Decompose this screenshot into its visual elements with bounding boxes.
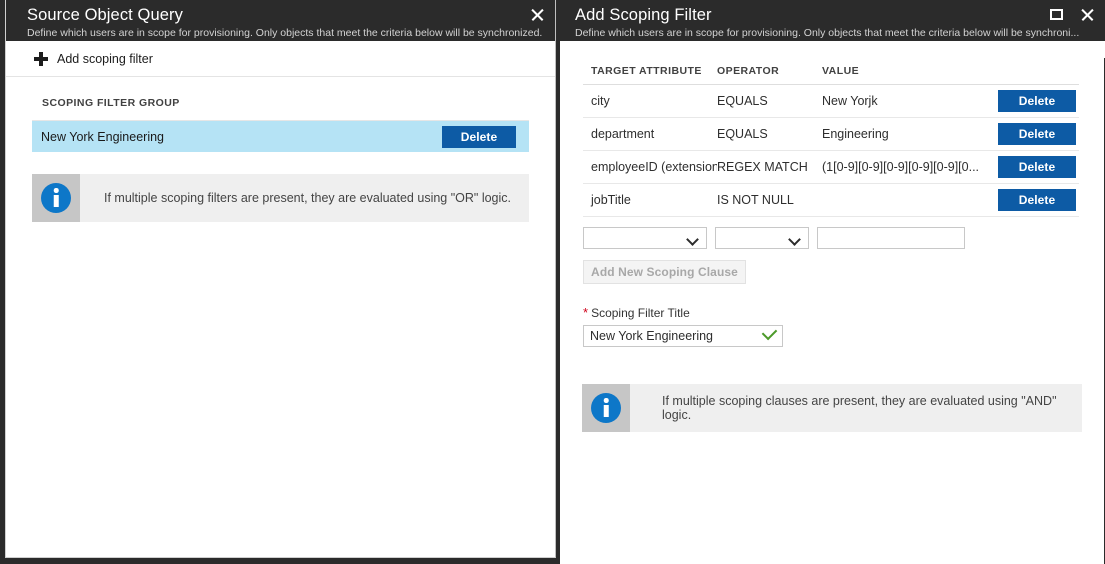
- table-row: department EQUALS Engineering Delete: [583, 118, 1079, 151]
- column-header-operator: OPERATOR: [717, 65, 822, 77]
- cell-target-attribute: city: [583, 94, 717, 108]
- right-blade-subtitle: Define which users are in scope for prov…: [575, 26, 1105, 40]
- cell-target-attribute: department: [583, 127, 717, 141]
- clause-value-input[interactable]: [817, 227, 965, 249]
- scoping-filter-title-label-text: Scoping Filter Title: [591, 306, 690, 320]
- cell-target-attribute: jobTitle: [583, 193, 717, 207]
- add-new-scoping-clause-button[interactable]: Add New Scoping Clause: [583, 260, 746, 284]
- info-icon-container: [582, 384, 630, 432]
- table-row: city EQUALS New Yorjk Delete: [583, 85, 1079, 118]
- left-blade-window-controls: [528, 6, 545, 23]
- source-object-query-blade: Source Object Query Define which users a…: [5, 0, 556, 558]
- right-blade-window-controls: [1048, 6, 1095, 23]
- info-icon: [41, 183, 71, 213]
- right-blade-maximize-button[interactable]: [1048, 6, 1065, 23]
- delete-scoping-filter-button[interactable]: Delete: [442, 126, 516, 148]
- info-icon: [591, 393, 621, 423]
- cell-target-attribute: employeeID (extension...: [583, 160, 717, 174]
- app-window: Source Object Query Define which users a…: [0, 0, 1105, 564]
- column-header-target-attribute: TARGET ATTRIBUTE: [583, 65, 717, 77]
- cell-actions: Delete: [980, 189, 1079, 211]
- add-scoping-filter-blade: Add Scoping Filter Define which users ar…: [560, 0, 1105, 564]
- scoping-filter-title-input[interactable]: [583, 325, 783, 347]
- column-header-value: VALUE: [822, 65, 980, 77]
- cell-operator: IS NOT NULL: [717, 193, 822, 207]
- scoping-clause-table: TARGET ATTRIBUTE OPERATOR VALUE city EQU…: [583, 58, 1079, 217]
- scoping-filter-title-input-wrap: [583, 325, 783, 347]
- delete-clause-button[interactable]: Delete: [998, 189, 1076, 211]
- left-blade-subtitle: Define which users are in scope for prov…: [27, 26, 555, 40]
- table-row: employeeID (extension... REGEX MATCH (1[…: [583, 151, 1079, 184]
- cell-value: New Yorjk: [822, 94, 980, 108]
- right-info-text: If multiple scoping clauses are present,…: [630, 384, 1082, 432]
- close-icon: [530, 8, 544, 22]
- right-blade-title: Add Scoping Filter: [575, 6, 1105, 25]
- table-row: jobTitle IS NOT NULL Delete: [583, 184, 1079, 217]
- info-icon-container: [32, 174, 80, 222]
- left-info-text: If multiple scoping filters are present,…: [80, 174, 511, 222]
- cell-actions: Delete: [980, 90, 1079, 112]
- required-marker: *: [583, 305, 588, 320]
- scoping-filter-title-field: *Scoping Filter Title: [583, 305, 1104, 347]
- left-info-banner: If multiple scoping filters are present,…: [32, 174, 529, 222]
- left-blade-close-button[interactable]: [528, 6, 545, 23]
- target-attribute-select[interactable]: [583, 227, 707, 249]
- scoping-filter-group-label: SCOPING FILTER GROUP: [6, 77, 555, 109]
- right-blade-close-button[interactable]: [1078, 6, 1095, 23]
- scoping-filter-group-name: New York Engineering: [41, 130, 442, 144]
- cell-operator: EQUALS: [717, 127, 822, 141]
- delete-clause-button[interactable]: Delete: [998, 156, 1076, 178]
- close-icon: [1080, 8, 1094, 22]
- right-blade-body: TARGET ATTRIBUTE OPERATOR VALUE city EQU…: [560, 58, 1105, 564]
- add-scoping-filter-button[interactable]: Add scoping filter: [6, 41, 555, 77]
- new-clause-input-row: [583, 227, 1104, 249]
- delete-clause-button[interactable]: Delete: [998, 90, 1076, 112]
- delete-clause-button[interactable]: Delete: [998, 123, 1076, 145]
- add-scoping-filter-label: Add scoping filter: [57, 52, 153, 66]
- list-item[interactable]: New York Engineering Delete: [32, 121, 529, 152]
- left-blade-header: Source Object Query Define which users a…: [6, 0, 555, 41]
- left-blade-title: Source Object Query: [27, 6, 555, 25]
- right-info-banner: If multiple scoping clauses are present,…: [582, 384, 1082, 432]
- scoping-filter-group-list: New York Engineering Delete: [32, 120, 529, 152]
- plus-icon: [34, 52, 48, 66]
- cell-value: Engineering: [822, 127, 980, 141]
- cell-actions: Delete: [980, 156, 1079, 178]
- operator-select[interactable]: [715, 227, 809, 249]
- scoping-filter-title-label: *Scoping Filter Title: [583, 305, 1104, 320]
- cell-operator: EQUALS: [717, 94, 822, 108]
- left-blade-body: Add scoping filter SCOPING FILTER GROUP …: [6, 41, 555, 557]
- cell-actions: Delete: [980, 123, 1079, 145]
- cell-operator: REGEX MATCH: [717, 160, 822, 174]
- table-header-row: TARGET ATTRIBUTE OPERATOR VALUE: [583, 58, 1079, 85]
- cell-value: (1[0-9][0-9][0-9][0-9][0-9][0...: [822, 160, 980, 174]
- maximize-icon: [1050, 9, 1063, 20]
- right-blade-header: Add Scoping Filter Define which users ar…: [560, 0, 1105, 41]
